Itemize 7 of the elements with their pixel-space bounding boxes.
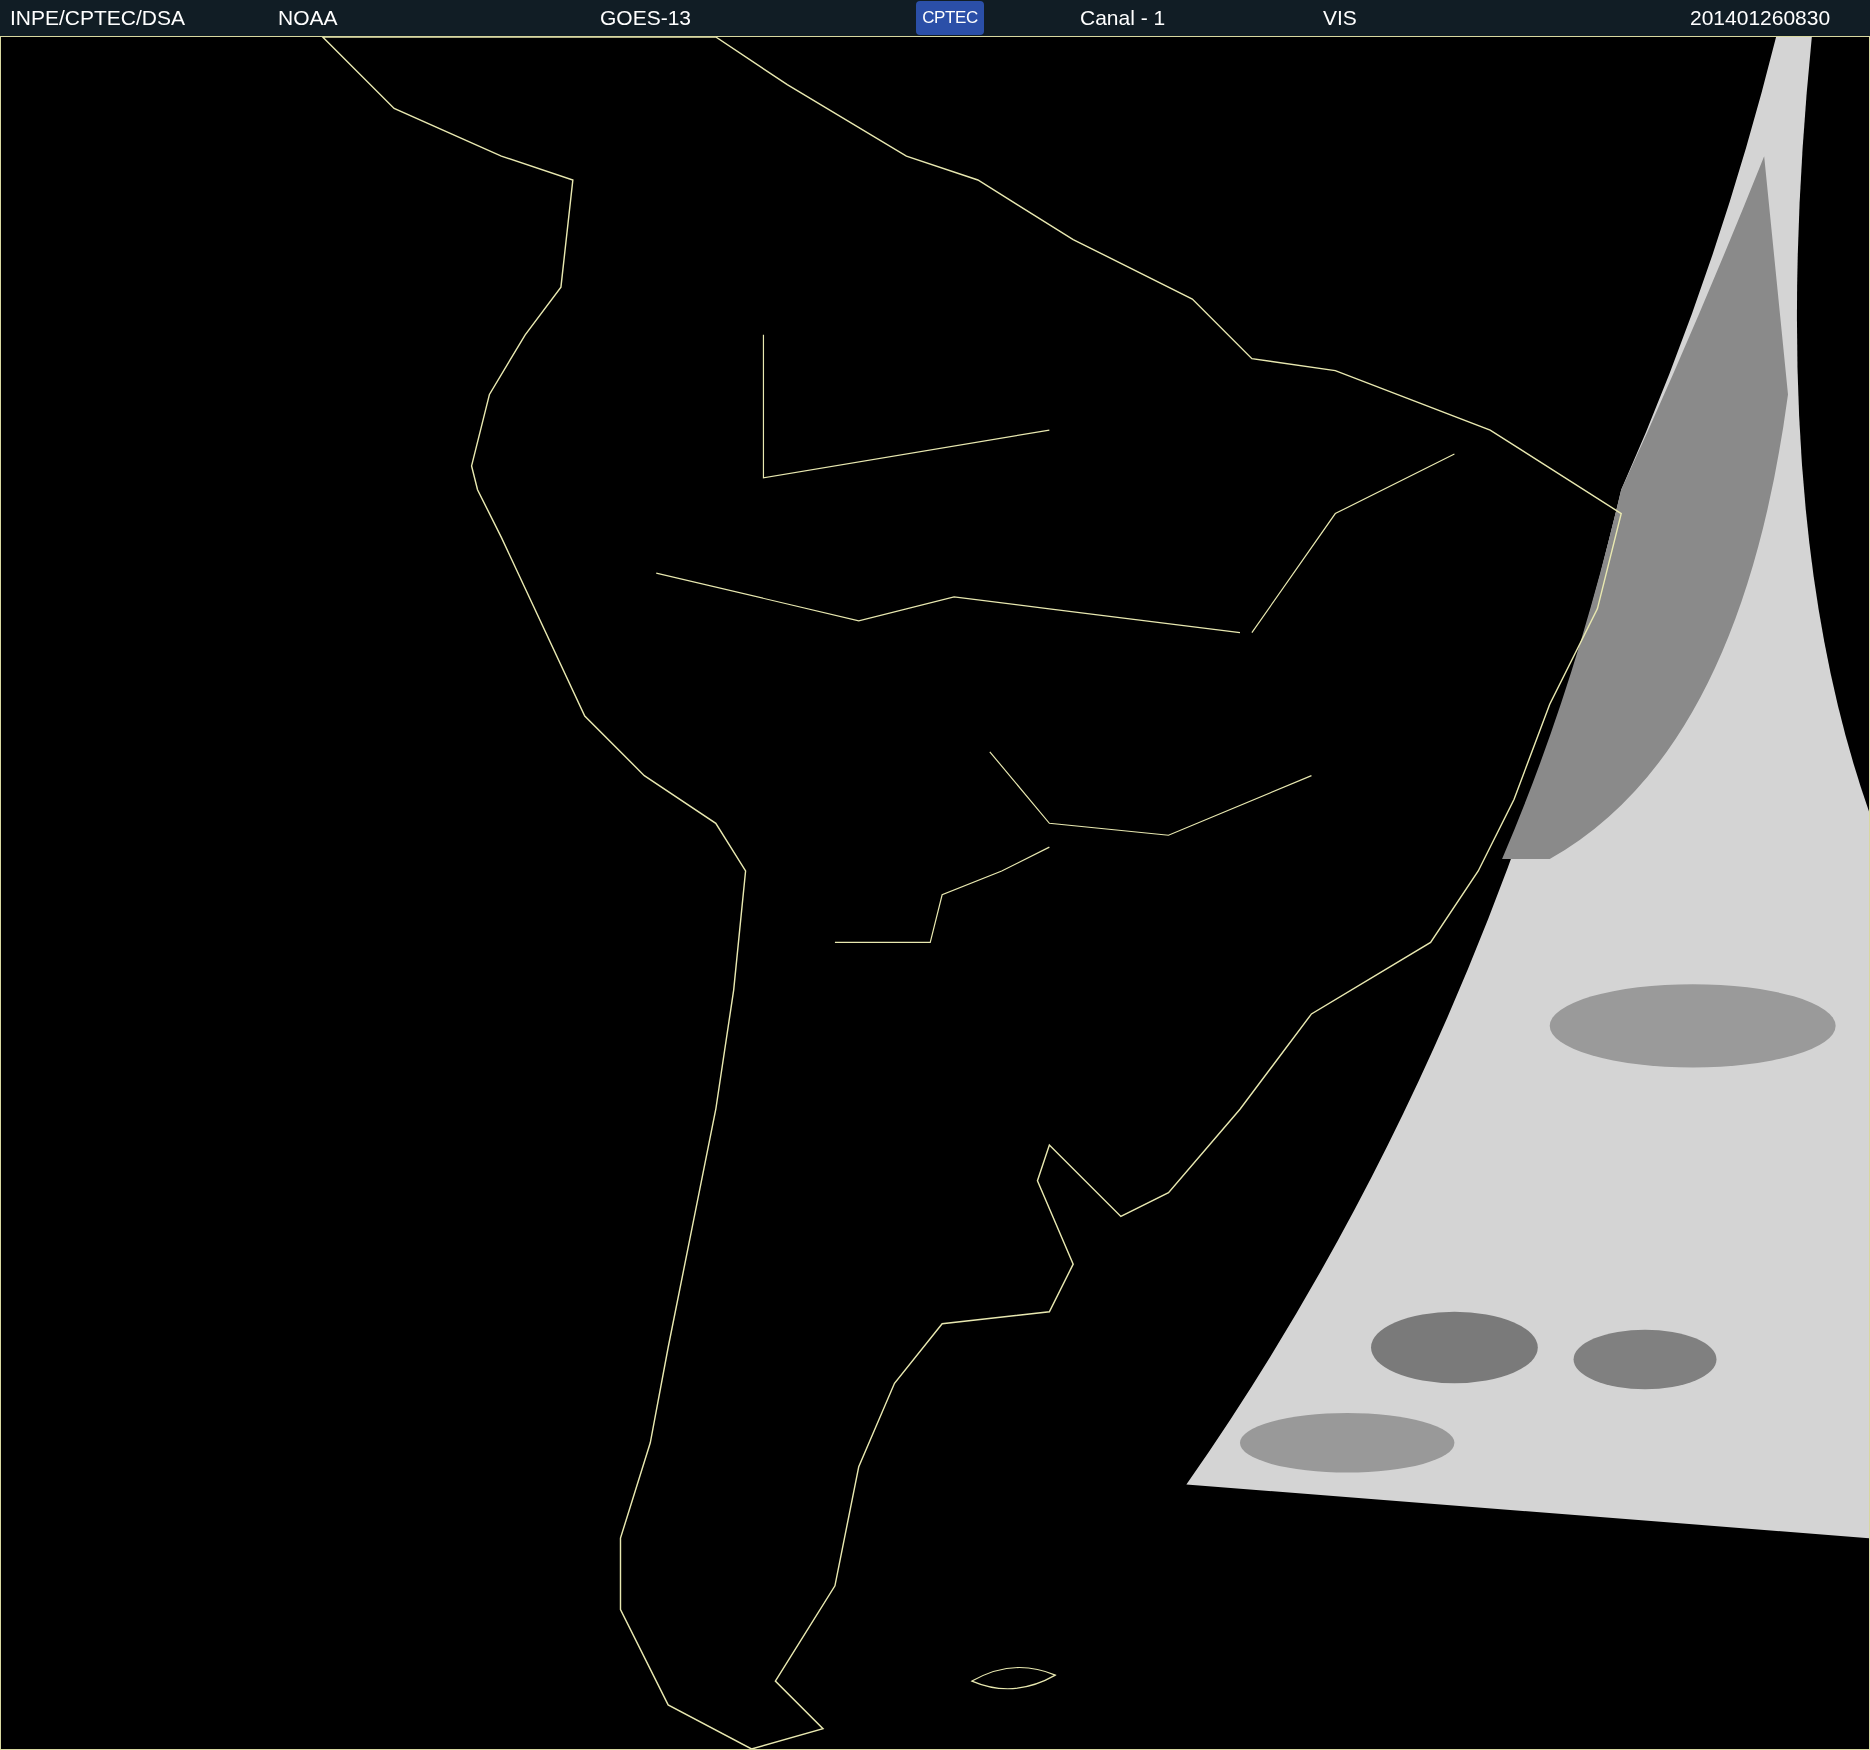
logo: CPTEC	[916, 1, 984, 35]
band-label: VIS	[1323, 5, 1357, 32]
agency-label: INPE/CPTEC/DSA	[10, 5, 186, 32]
channel-label: Canal - 1	[1080, 5, 1166, 32]
satellite-label: GOES-13	[600, 5, 692, 32]
timestamp-label: 201401260830	[1690, 5, 1831, 32]
source-label: NOAA	[278, 5, 338, 32]
